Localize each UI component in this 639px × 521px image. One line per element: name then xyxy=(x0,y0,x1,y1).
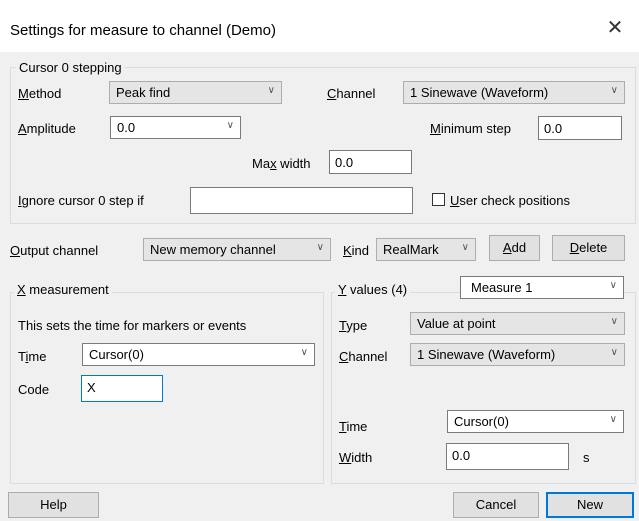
amplitude-value: 0.0 xyxy=(117,120,136,135)
max-width-label: Max width xyxy=(252,156,311,171)
measure-value: Measure 1 xyxy=(471,280,533,295)
chevron-down-icon: ∨ xyxy=(267,85,275,96)
y-channel-value: 1 Sinewave (Waveform) xyxy=(417,347,556,362)
y-width-unit: s xyxy=(583,450,590,465)
cursor-channel-label: Channel xyxy=(327,86,376,101)
add-button[interactable]: Add xyxy=(489,235,540,261)
y-time-value: Cursor(0) xyxy=(454,414,509,429)
method-label: Method xyxy=(18,86,62,101)
measure-dropdown[interactable]: Measure 1 ∨ xyxy=(460,276,624,299)
minimum-step-input[interactable]: 0.0 xyxy=(538,116,622,140)
chevron-down-icon: ∨ xyxy=(610,347,618,358)
new-button[interactable]: New xyxy=(546,492,634,518)
cursor-channel-dropdown[interactable]: 1 Sinewave (Waveform) ∨ xyxy=(403,81,625,104)
output-channel-label: Output channel xyxy=(10,243,99,258)
y-type-value: Value at point xyxy=(417,316,496,331)
help-button[interactable]: Help xyxy=(8,492,99,518)
code-input[interactable]: X xyxy=(81,375,163,402)
cancel-button[interactable]: Cancel xyxy=(453,492,539,518)
ignore-step-label: Ignore cursor 0 step if xyxy=(18,193,144,208)
output-channel-dropdown[interactable]: New memory channel ∨ xyxy=(143,238,331,261)
chevron-down-icon: ∨ xyxy=(609,414,617,425)
kind-value: RealMark xyxy=(383,242,439,257)
window-title: Settings for measure to channel (Demo) xyxy=(10,22,276,39)
chevron-down-icon: ∨ xyxy=(610,316,618,327)
x-time-value: Cursor(0) xyxy=(89,347,144,362)
title-bar: Settings for measure to channel (Demo) ✕ xyxy=(0,0,639,52)
x-description: This sets the time for markers or events xyxy=(18,318,247,333)
user-check-checkbox[interactable] xyxy=(432,193,445,206)
x-time-dropdown[interactable]: Cursor(0) ∨ xyxy=(82,343,315,366)
x-measurement-title: X measurement xyxy=(14,282,112,297)
method-value: Peak find xyxy=(116,85,171,100)
minimum-step-label: Minimum step xyxy=(430,121,511,136)
max-width-input[interactable]: 0.0 xyxy=(329,150,412,174)
chevron-down-icon: ∨ xyxy=(316,242,324,253)
x-time-label: Time xyxy=(18,349,47,364)
y-time-label: Time xyxy=(339,419,368,434)
chevron-down-icon: ∨ xyxy=(610,85,618,96)
kind-dropdown[interactable]: RealMark ∨ xyxy=(376,238,476,261)
chevron-down-icon: ∨ xyxy=(226,120,234,131)
code-label: Code xyxy=(18,382,50,397)
amplitude-dropdown[interactable]: 0.0 ∨ xyxy=(110,116,241,139)
y-type-dropdown[interactable]: Value at point ∨ xyxy=(410,312,625,335)
delete-button[interactable]: Delete xyxy=(552,235,625,261)
ignore-step-input[interactable] xyxy=(190,187,413,214)
dialog-window: Settings for measure to channel (Demo) ✕… xyxy=(0,0,639,521)
y-channel-label: Channel xyxy=(339,349,388,364)
chevron-down-icon: ∨ xyxy=(300,347,308,358)
y-channel-dropdown[interactable]: 1 Sinewave (Waveform) ∨ xyxy=(410,343,625,366)
chevron-down-icon: ∨ xyxy=(461,242,469,253)
y-type-label: Type xyxy=(339,318,368,333)
cursor-stepping-group-title: Cursor 0 stepping xyxy=(16,60,125,75)
chevron-down-icon: ∨ xyxy=(609,280,617,291)
close-icon[interactable]: ✕ xyxy=(603,16,627,40)
method-dropdown[interactable]: Peak find ∨ xyxy=(109,81,282,104)
y-width-input[interactable]: 0.0 xyxy=(446,443,569,470)
kind-label: Kind xyxy=(343,243,370,258)
amplitude-label: Amplitude xyxy=(18,121,76,136)
y-time-dropdown[interactable]: Cursor(0) ∨ xyxy=(447,410,624,433)
cursor-channel-value: 1 Sinewave (Waveform) xyxy=(410,85,549,100)
y-values-title: Y values (4) xyxy=(335,282,411,297)
y-width-label: Width xyxy=(339,450,373,465)
output-channel-value: New memory channel xyxy=(150,242,276,257)
user-check-label: User check positions xyxy=(450,193,570,208)
